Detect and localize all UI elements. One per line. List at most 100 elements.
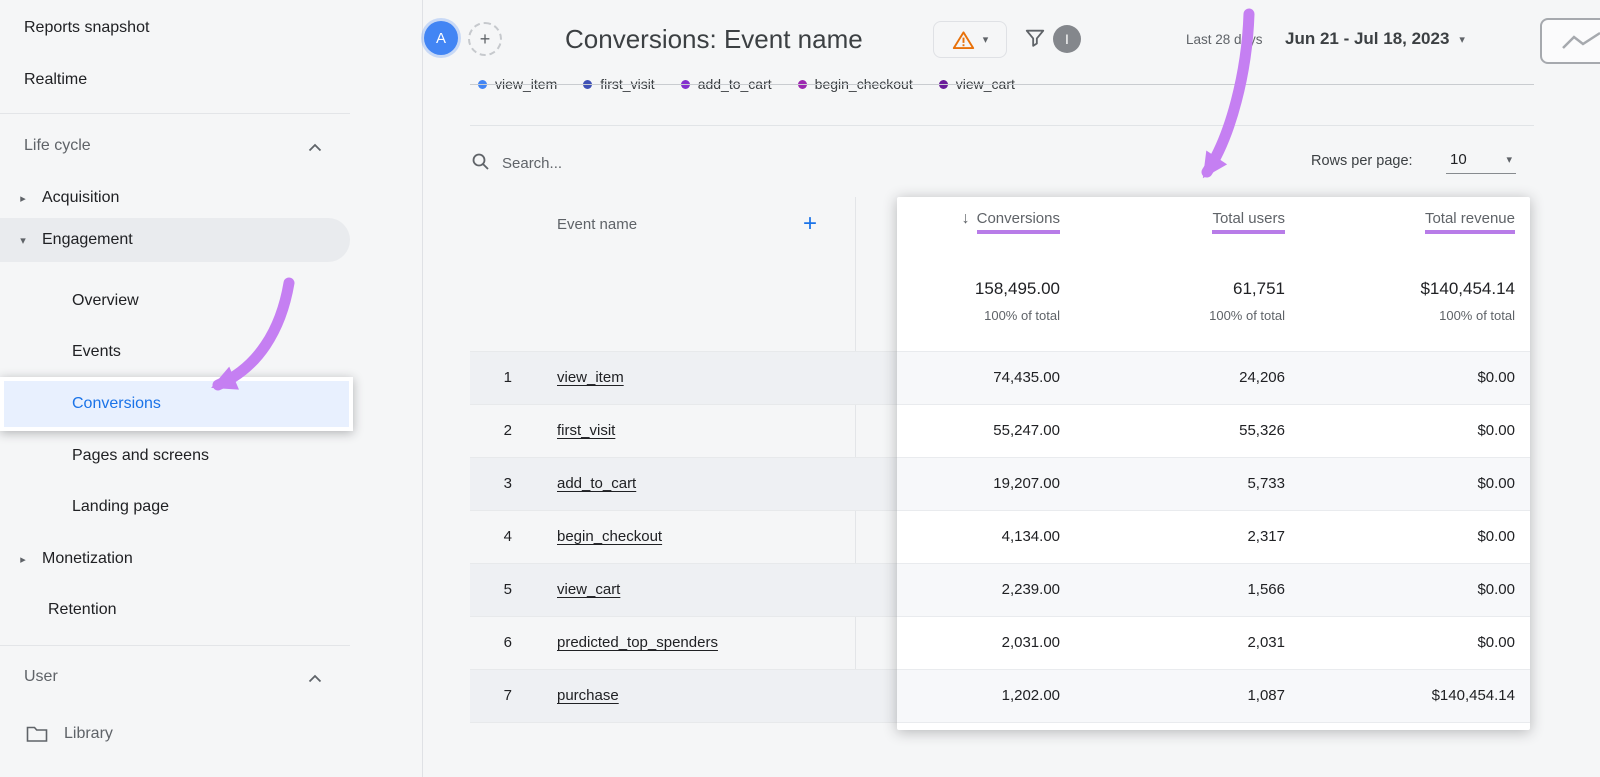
sidebar-divider	[0, 113, 350, 114]
sidebar-item-engagement[interactable]: ▾ Engagement	[0, 218, 376, 262]
conversions-cell: 74,435.00	[993, 352, 1060, 404]
table-metrics-row: 2,239.00 1,566 $0.00	[897, 563, 1530, 616]
conversions-cell: 2,031.00	[1002, 617, 1060, 669]
total-users-cell: 55,326	[1239, 405, 1285, 457]
caret-down-icon: ▾	[16, 234, 30, 247]
partial-chart-icon	[1540, 18, 1600, 64]
sidebar-item-label: Reports snapshot	[24, 19, 149, 37]
add-column-button[interactable]: +	[803, 197, 817, 253]
total-users-cell: 24,206	[1239, 352, 1285, 404]
folder-icon	[26, 725, 48, 743]
total-percent: 100% of total	[984, 308, 1060, 323]
table-metrics-row: 74,435.00 24,206 $0.00	[897, 351, 1530, 404]
table-row: 7 purchase	[470, 669, 897, 723]
total-value: 158,495.00	[975, 279, 1060, 299]
sidebar-item-pages-and-screens[interactable]: Pages and screens	[0, 434, 432, 478]
total-value: $140,454.14	[1420, 279, 1515, 299]
event-name-link[interactable]: begin_checkout	[557, 511, 662, 563]
total-revenue-column-header[interactable]: Total revenue	[1425, 197, 1515, 250]
sidebar-section-label: User	[24, 668, 58, 686]
sidebar-item-acquisition[interactable]: ▸ Acquisition	[0, 176, 376, 220]
search-icon	[471, 152, 490, 176]
event-name-link[interactable]: predicted_top_spenders	[557, 617, 718, 669]
events-table-left: Event name + 1 view_item 2 first_visit 3…	[470, 197, 897, 730]
sidebar-item-label: Events	[72, 343, 121, 361]
rows-per-page-select[interactable]: 10 ▾	[1446, 146, 1516, 174]
row-index: 3	[494, 458, 512, 510]
sidebar-item-overview[interactable]: Overview	[0, 279, 432, 323]
data-quality-button[interactable]: ▾	[933, 21, 1007, 58]
rows-per-page-label: Rows per page:	[1311, 153, 1413, 169]
event-name-link[interactable]: view_item	[557, 352, 624, 404]
column-header-label: Conversions	[977, 210, 1060, 234]
sidebar-item-realtime[interactable]: Realtime	[0, 58, 384, 102]
total-users-cell: 1,566	[1247, 564, 1285, 616]
sidebar-item-label: Conversions	[72, 395, 161, 413]
conversions-cell: 19,207.00	[993, 458, 1060, 510]
total-percent: 100% of total	[1209, 308, 1285, 323]
total-revenue-total: $140,454.14 100% of total	[1420, 250, 1515, 351]
sidebar-item-events[interactable]: Events	[0, 330, 432, 374]
sidebar-section-label: Life cycle	[24, 137, 91, 155]
page-title: Conversions: Event name	[565, 24, 863, 55]
conversions-column-header[interactable]: ↓ Conversions	[962, 197, 1060, 250]
event-rows: 1 view_item 2 first_visit 3 add_to_cart …	[470, 351, 897, 723]
sidebar-item-label: Overview	[72, 292, 139, 310]
total-revenue-cell: $0.00	[1477, 617, 1515, 669]
sidebar-item-landing-page[interactable]: Landing page	[0, 485, 432, 529]
table-metrics-row: 2,031.00 2,031 $0.00	[897, 616, 1530, 669]
row-index: 4	[494, 511, 512, 563]
sidebar-item-retention[interactable]: Retention	[0, 588, 408, 632]
total-users-cell: 5,733	[1247, 458, 1285, 510]
event-name-link[interactable]: add_to_cart	[557, 458, 636, 510]
table-row: 3 add_to_cart	[470, 457, 897, 510]
conversions-total: 158,495.00 100% of total	[975, 250, 1060, 351]
sidebar-item-reports-snapshot[interactable]: Reports snapshot	[0, 6, 384, 50]
table-row: 5 view_cart	[470, 563, 897, 616]
row-index: 2	[494, 405, 512, 457]
total-users-cell: 2,317	[1247, 511, 1285, 563]
sidebar-item-label: Acquisition	[42, 189, 119, 207]
sidebar-item-monetization[interactable]: ▸ Monetization	[0, 537, 376, 581]
event-name-column-header[interactable]: Event name	[557, 197, 637, 253]
total-revenue-cell: $0.00	[1477, 405, 1515, 457]
row-index: 7	[494, 670, 512, 722]
event-name-link[interactable]: purchase	[557, 670, 619, 722]
total-revenue-cell: $0.00	[1477, 352, 1515, 404]
total-percent: 100% of total	[1439, 308, 1515, 323]
search-input[interactable]	[500, 150, 824, 176]
total-users-cell: 1,087	[1247, 670, 1285, 722]
avatar[interactable]: A	[424, 21, 458, 55]
chevron-down-icon: ▾	[1506, 153, 1512, 166]
sidebar-item-conversions[interactable]: Conversions	[4, 381, 349, 427]
sidebar-item-label: Realtime	[24, 71, 87, 89]
chevron-up-icon	[308, 139, 322, 157]
row-index: 6	[494, 617, 512, 669]
add-property-button[interactable]: +	[468, 22, 502, 56]
event-name-link[interactable]: view_cart	[557, 564, 620, 616]
total-users-column-header[interactable]: Total users	[1212, 197, 1285, 250]
total-users-cell: 2,031	[1247, 617, 1285, 669]
total-revenue-cell: $0.00	[1477, 511, 1515, 563]
conversions-cell: 55,247.00	[993, 405, 1060, 457]
sort-desc-icon: ↓	[962, 210, 970, 228]
sidebar-item-library[interactable]: Library	[0, 712, 386, 756]
row-index: 1	[494, 352, 512, 404]
sidebar: Reports snapshot Realtime Life cycle ▸ A…	[0, 0, 423, 777]
total-revenue-cell: $0.00	[1477, 458, 1515, 510]
sidebar-item-label: Retention	[48, 601, 117, 619]
row-index: 5	[494, 564, 512, 616]
info-badge[interactable]: I	[1053, 25, 1081, 53]
table-metrics-row: 4,134.00 2,317 $0.00	[897, 510, 1530, 563]
sidebar-section-user[interactable]: User	[0, 655, 384, 699]
event-name-link[interactable]: first_visit	[557, 405, 615, 457]
metrics-rows: 74,435.00 24,206 $0.00 55,247.00 55,326 …	[897, 351, 1530, 723]
filter-icon[interactable]	[1024, 27, 1046, 54]
sidebar-item-label: Engagement	[42, 231, 133, 249]
date-range-picker[interactable]: Jun 21 - Jul 18, 2023 ▾	[1285, 29, 1465, 49]
total-revenue-cell: $0.00	[1477, 564, 1515, 616]
caret-right-icon: ▸	[16, 192, 30, 205]
sidebar-item-label: Library	[64, 725, 113, 743]
table-row: 2 first_visit	[470, 404, 897, 457]
sidebar-section-life-cycle[interactable]: Life cycle	[0, 124, 384, 168]
